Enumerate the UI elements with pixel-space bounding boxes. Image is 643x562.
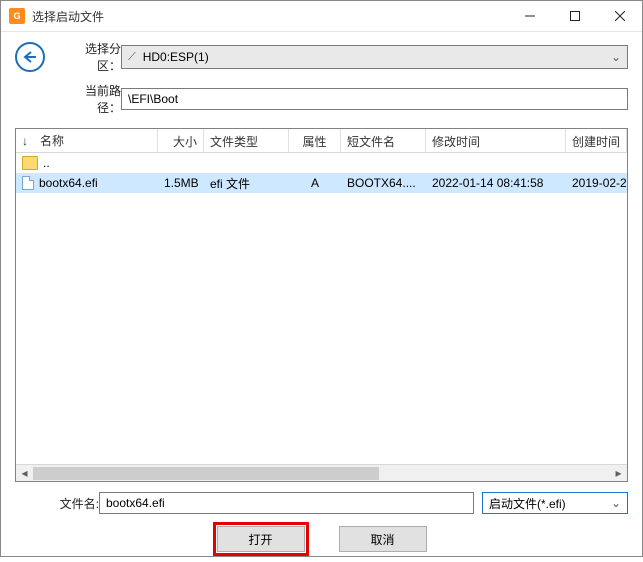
cancel-button[interactable]: 取消 xyxy=(339,526,427,552)
back-button[interactable] xyxy=(15,42,45,72)
parent-folder-row[interactable]: .. xyxy=(16,153,627,173)
scroll-left-icon[interactable]: ◂ xyxy=(16,465,33,482)
partition-select[interactable]: ⟋ HD0:ESP(1) ⌄ xyxy=(121,45,628,69)
horizontal-scrollbar[interactable]: ◂ ▸ xyxy=(16,464,627,481)
partition-label: 选择分区： xyxy=(63,40,121,74)
column-modified[interactable]: 修改时间 xyxy=(426,129,566,152)
table-row[interactable]: bootx64.efi 1.5MB efi 文件 A BOOTX64.... 2… xyxy=(16,173,627,193)
column-short[interactable]: 短文件名 xyxy=(341,129,426,152)
path-label: 当前路径： xyxy=(63,82,121,116)
close-button[interactable] xyxy=(597,1,642,31)
file-modified: 2022-01-14 08:41:58 xyxy=(426,174,566,192)
arrow-left-icon xyxy=(22,50,38,64)
filetype-filter[interactable]: 启动文件(*.efi) ⌄ xyxy=(482,492,628,514)
scroll-right-icon[interactable]: ▸ xyxy=(610,465,627,482)
column-size[interactable]: 大小 xyxy=(158,129,204,152)
maximize-button[interactable] xyxy=(552,1,597,31)
scroll-track[interactable] xyxy=(33,465,610,482)
file-list: ↓ 名称 大小 文件类型 属性 短文件名 修改时间 创建时间 .. bootx6… xyxy=(15,128,628,482)
file-icon xyxy=(22,176,34,190)
open-button[interactable]: 打开 xyxy=(217,526,305,552)
window-title: 选择启动文件 xyxy=(32,8,507,25)
column-name[interactable]: ↓ 名称 xyxy=(16,129,158,152)
minimize-button[interactable] xyxy=(507,1,552,31)
file-created: 2019-02-27 xyxy=(566,174,627,192)
file-size: 1.5MB xyxy=(158,174,204,192)
chevron-down-icon: ⌄ xyxy=(611,50,621,64)
column-attr[interactable]: 属性 xyxy=(289,129,341,152)
disk-icon: ⟋ xyxy=(128,51,136,64)
file-name: bootx64.efi xyxy=(16,174,158,192)
filename-input[interactable] xyxy=(99,492,474,514)
file-list-header: ↓ 名称 大小 文件类型 属性 短文件名 修改时间 创建时间 xyxy=(16,129,627,153)
file-attr: A xyxy=(289,174,341,192)
file-short: BOOTX64.... xyxy=(341,174,426,192)
column-created[interactable]: 创建时间 xyxy=(566,129,627,152)
column-type[interactable]: 文件类型 xyxy=(204,129,289,152)
file-type: efi 文件 xyxy=(204,173,289,194)
file-list-body[interactable]: .. bootx64.efi 1.5MB efi 文件 A BOOTX64...… xyxy=(16,153,627,464)
filename-label: 文件名: xyxy=(41,495,99,512)
file-name: .. xyxy=(16,154,158,172)
path-input[interactable] xyxy=(121,88,628,110)
filter-text: 启动文件(*.efi) xyxy=(489,495,566,512)
title-bar: G 选择启动文件 xyxy=(1,1,642,32)
app-icon: G xyxy=(9,8,25,24)
partition-value: HD0:ESP(1) xyxy=(143,50,611,64)
sort-icon: ↓ xyxy=(22,134,40,148)
scroll-thumb[interactable] xyxy=(33,467,379,480)
chevron-down-icon: ⌄ xyxy=(611,496,621,510)
